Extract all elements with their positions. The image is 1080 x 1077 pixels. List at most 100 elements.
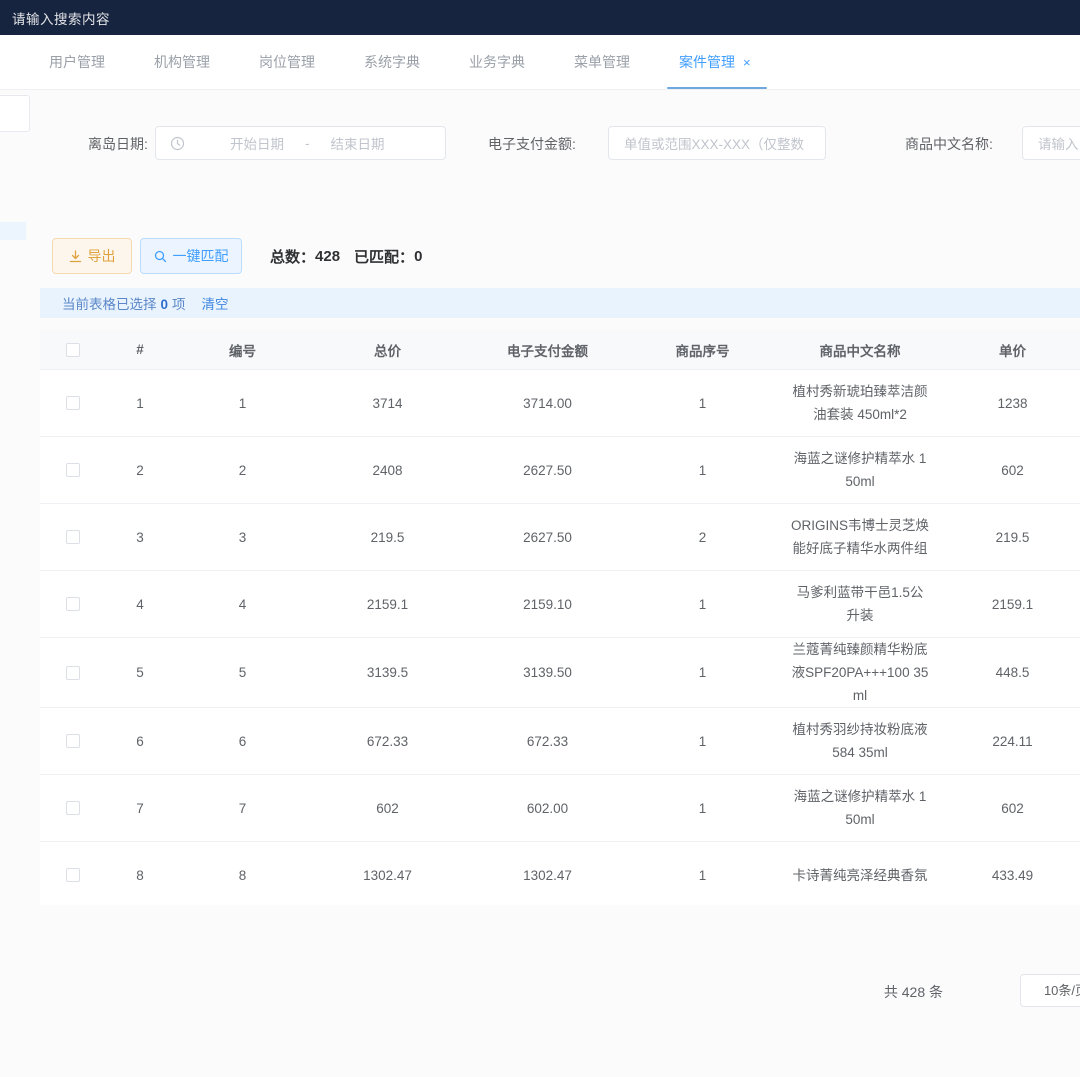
product-name-input[interactable]: 请输入 bbox=[1022, 126, 1080, 160]
tab-business-dict[interactable]: 业务字典 bbox=[469, 52, 574, 72]
tab-bar: 用户管理 机构管理 岗位管理 系统字典 业务字典 菜单管理 案件管理× bbox=[0, 35, 1080, 90]
cell-item-no: 1 bbox=[630, 868, 775, 883]
cell-index: 7 bbox=[105, 801, 175, 816]
cell-item-no: 1 bbox=[630, 396, 775, 411]
cell-total: 2159.1 bbox=[310, 597, 465, 612]
date-range-input[interactable]: 开始日期 - 结束日期 bbox=[155, 126, 446, 160]
cell-code: 1 bbox=[175, 396, 310, 411]
col-header-total[interactable]: 总价 bbox=[310, 340, 465, 360]
tab-system-dict[interactable]: 系统字典 bbox=[364, 52, 469, 72]
matched-value: 0 bbox=[414, 248, 422, 265]
cell-paid: 2159.10 bbox=[465, 597, 630, 612]
tab-post-management[interactable]: 岗位管理 bbox=[259, 52, 364, 72]
cell-code: 4 bbox=[175, 597, 310, 612]
cell-name: 马爹利蓝带干邑1.5公升装 bbox=[775, 581, 945, 627]
cell-code: 2 bbox=[175, 463, 310, 478]
row-checkbox[interactable] bbox=[66, 868, 80, 882]
cell-code: 7 bbox=[175, 801, 310, 816]
tab-case-management[interactable]: 案件管理× bbox=[679, 52, 784, 72]
cell-paid: 2627.50 bbox=[465, 463, 630, 478]
cell-code: 8 bbox=[175, 868, 310, 883]
page-size-select[interactable]: 10条/页 bbox=[1020, 974, 1080, 1007]
cell-unit: 1238 bbox=[945, 396, 1080, 411]
total-value: 428 bbox=[315, 248, 340, 265]
cell-name: 植村秀新琥珀臻萃洁颜油套装 450ml*2 bbox=[775, 380, 945, 426]
cell-item-no: 1 bbox=[630, 597, 775, 612]
close-tab-icon[interactable]: × bbox=[743, 55, 751, 70]
cell-item-no: 1 bbox=[630, 734, 775, 749]
date-range-separator: - bbox=[305, 136, 310, 151]
cell-name: 植村秀羽纱持妆粉底液 584 35ml bbox=[775, 718, 945, 764]
table-row: 8 8 1302.47 1302.47 1 卡诗菁纯亮泽经典香氛 433.49 bbox=[40, 842, 1080, 905]
col-header-code[interactable]: 编号 bbox=[175, 340, 310, 360]
cell-paid: 672.33 bbox=[465, 734, 630, 749]
search-icon bbox=[154, 250, 167, 263]
cell-name: 海蓝之谜修护精萃水 150ml bbox=[775, 785, 945, 831]
cell-paid: 3714.00 bbox=[465, 396, 630, 411]
cell-index: 6 bbox=[105, 734, 175, 749]
cell-unit: 2159.1 bbox=[945, 597, 1080, 612]
cell-total: 1302.47 bbox=[310, 868, 465, 883]
one-click-match-button[interactable]: 一键匹配 bbox=[140, 238, 242, 274]
col-header-index[interactable]: # bbox=[105, 342, 175, 357]
download-icon bbox=[69, 250, 82, 263]
col-header-name[interactable]: 商品中文名称 bbox=[775, 340, 945, 360]
cell-name: 海蓝之谜修护精萃水 150ml bbox=[775, 447, 945, 493]
cell-item-no: 1 bbox=[630, 463, 775, 478]
product-placeholder: 请输入 bbox=[1038, 133, 1079, 153]
cell-index: 1 bbox=[105, 396, 175, 411]
global-search-input[interactable]: 请输入搜索内容 bbox=[12, 8, 110, 28]
cell-code: 6 bbox=[175, 734, 310, 749]
row-checkbox[interactable] bbox=[66, 666, 80, 680]
cell-paid: 602.00 bbox=[465, 801, 630, 816]
cell-name: 兰蔻菁纯臻颜精华粉底液SPF20PA+++100 35ml bbox=[775, 638, 945, 707]
clock-icon bbox=[170, 136, 185, 151]
row-checkbox[interactable] bbox=[66, 801, 80, 815]
selection-text: 当前表格已选择0项 bbox=[62, 293, 186, 313]
cell-index: 4 bbox=[105, 597, 175, 612]
row-checkbox[interactable] bbox=[66, 734, 80, 748]
export-button[interactable]: 导出 bbox=[52, 238, 132, 274]
tab-org-management[interactable]: 机构管理 bbox=[154, 52, 259, 72]
end-date-placeholder[interactable]: 结束日期 bbox=[318, 133, 398, 153]
tab-user-management[interactable]: 用户管理 bbox=[49, 52, 154, 72]
row-checkbox[interactable] bbox=[66, 530, 80, 544]
start-date-placeholder[interactable]: 开始日期 bbox=[217, 133, 297, 153]
cell-index: 5 bbox=[105, 665, 175, 680]
amount-placeholder: 单值或范围XXX-XXX（仅整数 bbox=[624, 133, 804, 153]
col-header-item-no[interactable]: 商品序号 bbox=[630, 340, 775, 360]
amount-input[interactable]: 单值或范围XXX-XXX（仅整数 bbox=[608, 126, 826, 160]
toolbar: 导出 一键匹配 总数：428已匹配：0 bbox=[52, 238, 422, 274]
cutoff-highlight-fragment bbox=[0, 222, 26, 240]
case-table: # 编号 总价 电子支付金额 商品序号 商品中文名称 单价 1 1 3 7 1 4 3… bbox=[40, 330, 1080, 905]
cell-name: 卡诗菁纯亮泽经典香氛 bbox=[775, 864, 945, 887]
cell-item-no: 2 bbox=[630, 530, 775, 545]
cell-paid: 1302.47 bbox=[465, 868, 630, 883]
table-body: 1 1 3 7 1 4 3714.00 1 植村秀新琥珀臻萃洁颜油套装 450ml*2… bbox=[40, 370, 1080, 905]
clear-selection-link[interactable]: 清空 bbox=[202, 293, 229, 313]
row-checkbox[interactable] bbox=[66, 597, 80, 611]
cell-total: 2408 bbox=[310, 463, 465, 478]
cell-index: 2 bbox=[105, 463, 175, 478]
table-header-row: # 编号 总价 电子支付金额 商品序号 商品中文名称 单价 bbox=[40, 330, 1080, 370]
row-checkbox[interactable] bbox=[66, 396, 80, 410]
table-row: 1 1 3714 3714.00 1 植村秀新琥珀臻萃洁颜油套装 450ml*2… bbox=[40, 370, 1080, 437]
top-navbar: 请输入搜索内容 bbox=[0, 0, 1080, 35]
table-row: 5 5 3139.5 3139.50 1 兰蔻菁纯臻颜精华粉底液SPF20PA+… bbox=[40, 638, 1080, 708]
cell-paid: 2627.50 bbox=[465, 530, 630, 545]
cell-name: ORIGINS韦博士灵芝焕能好底子精华水两件组 bbox=[775, 514, 945, 560]
col-header-paid[interactable]: 电子支付金额 bbox=[465, 340, 630, 360]
cell-unit: 219.5 bbox=[945, 530, 1080, 545]
cell-unit: 602 bbox=[945, 463, 1080, 478]
cell-code: 3 bbox=[175, 530, 310, 545]
cell-unit: 433.49 bbox=[945, 868, 1080, 883]
tab-menu-management[interactable]: 菜单管理 bbox=[574, 52, 679, 72]
select-all-checkbox[interactable] bbox=[66, 343, 80, 357]
table-row: 3 3 219.5 2627.50 2 ORIGINS韦博士灵芝焕能好底子精华水… bbox=[40, 504, 1080, 571]
cell-index: 3 bbox=[105, 530, 175, 545]
table-row: 6 6 672.33 672.33 1 植村秀羽纱持妆粉底液 584 35ml … bbox=[40, 708, 1080, 775]
col-header-unit[interactable]: 单价 bbox=[945, 340, 1080, 360]
row-checkbox[interactable] bbox=[66, 463, 80, 477]
cell-unit: 602 bbox=[945, 801, 1080, 816]
selection-info-bar: 当前表格已选择0项 清空 bbox=[40, 288, 1080, 318]
